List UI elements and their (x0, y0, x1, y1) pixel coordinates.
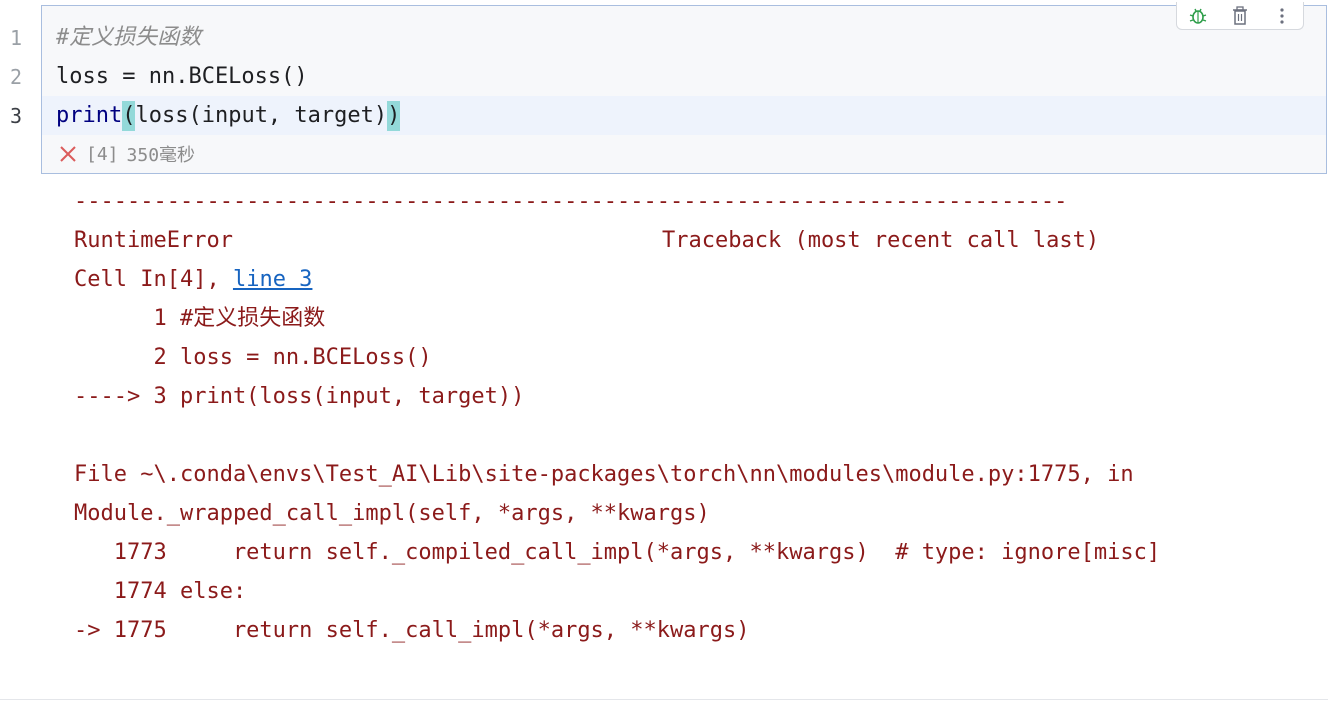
brace-match-open: ( (122, 101, 136, 131)
debug-cell-button[interactable] (1185, 5, 1211, 27)
line-number-gutter: 1 2 3 (0, 0, 41, 175)
brace-match-close: ) (387, 101, 401, 131)
code-line-2[interactable]: loss = nn.BCELoss() (56, 62, 308, 92)
bottom-divider (0, 699, 1328, 707)
traceback-line-1: 1 #定义损失函数 (74, 306, 326, 331)
traceback-separator: ----------------------------------------… (74, 189, 1068, 214)
notebook-page: 1 2 3 #定义损失函数 loss = nn.BCELoss() print(… (0, 0, 1328, 707)
traceback-line-2: 2 loss = nn.BCELoss() (74, 345, 432, 370)
print-builtin: print (56, 103, 123, 128)
line-number-1: 1 (10, 26, 23, 50)
source-line-1774: 1774 else: (74, 579, 247, 604)
line-number-3: 3 (10, 104, 23, 128)
code-line-3-args: loss(input, target) (135, 103, 388, 128)
execution-status: [4] 350毫秒 (58, 142, 195, 166)
code-cell[interactable]: #定义损失函数 loss = nn.BCELoss() print(loss(i… (41, 2, 1327, 174)
cell-reference: Cell In[4], line 3 (74, 265, 312, 295)
code-line-3[interactable]: print(loss(input, target)) (56, 101, 401, 131)
source-line-1775: -> 1775 return self._call_impl(*args, **… (74, 618, 750, 643)
cell-reference-prefix: Cell In[4], (74, 267, 233, 292)
function-signature-line: Module._wrapped_call_impl(self, *args, *… (74, 501, 710, 526)
execution-time: 350毫秒 (126, 145, 196, 166)
cell-toolbar (1176, 2, 1304, 30)
traceback-line-3: ----> 3 print(loss(input, target)) (74, 384, 525, 409)
delete-cell-button[interactable] (1227, 5, 1253, 27)
code-line-1[interactable]: #定义损失函数 (56, 23, 201, 53)
source-line-1773: 1773 return self._compiled_call_impl(*ar… (74, 540, 1161, 565)
more-options-button[interactable] (1269, 5, 1295, 27)
execution-count: [4] (86, 143, 119, 165)
more-icon (1280, 7, 1284, 24)
file-path-line: File ~\.conda\envs\Test_AI\Lib\site-pack… (74, 462, 1134, 487)
line-number-2: 2 (10, 65, 23, 89)
traceback-header: Traceback (most recent call last) (662, 228, 1100, 253)
trash-icon (1233, 5, 1247, 25)
error-x-icon (60, 146, 76, 162)
error-name: RuntimeError (74, 228, 233, 253)
debug-icon (1189, 8, 1207, 24)
line-3-link[interactable]: line 3 (233, 267, 312, 292)
